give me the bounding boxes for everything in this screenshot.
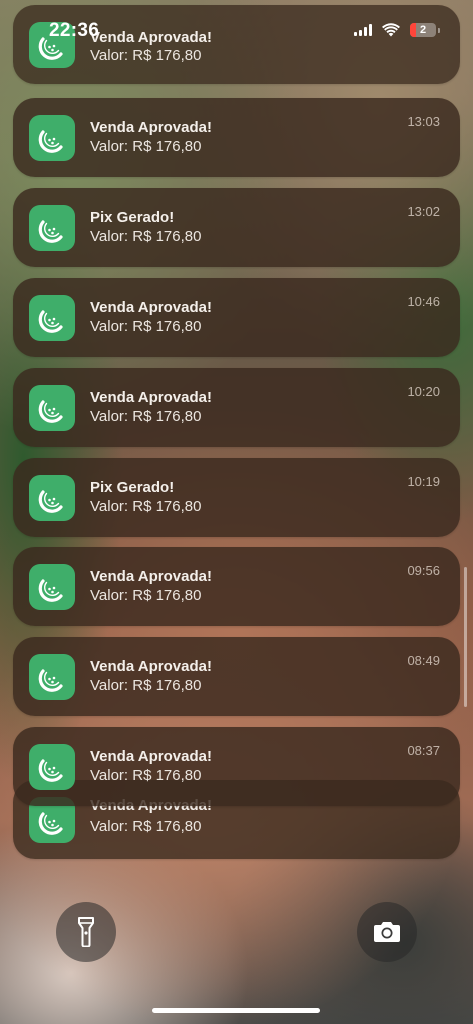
notification-body: Valor: R$ 176,80 bbox=[90, 677, 202, 694]
flashlight-button[interactable] bbox=[56, 902, 116, 962]
watermelon-icon bbox=[38, 669, 63, 692]
app-icon bbox=[29, 475, 75, 521]
app-icon bbox=[29, 385, 75, 431]
notification-card[interactable]: Venda Aprovada! Valor: R$ 176,80 08:49 bbox=[13, 637, 460, 716]
notification-time: 10:46 bbox=[407, 294, 440, 309]
home-indicator[interactable] bbox=[152, 1008, 320, 1013]
flashlight-icon bbox=[78, 917, 94, 947]
app-icon bbox=[29, 654, 75, 700]
camera-button[interactable] bbox=[357, 902, 417, 962]
notification-card[interactable]: Venda Aprovada! Valor: R$ 176,80 10:20 bbox=[13, 368, 460, 447]
notification-body: Valor: R$ 176,80 bbox=[90, 587, 202, 604]
scroll-indicator[interactable] bbox=[464, 567, 467, 707]
battery-level: 2 bbox=[419, 24, 427, 36]
notification-title: Venda Aprovada! bbox=[90, 658, 212, 675]
battery-icon: 2 bbox=[410, 23, 436, 37]
watermelon-icon bbox=[38, 490, 63, 513]
notification-time: 08:37 bbox=[407, 743, 440, 758]
status-icons: 2 bbox=[354, 23, 440, 37]
camera-icon bbox=[374, 922, 400, 942]
notification-time: 10:19 bbox=[407, 474, 440, 489]
notification-card[interactable]: Venda Aprovada! Valor: R$ 176,80 10:46 bbox=[13, 278, 460, 357]
app-icon bbox=[29, 115, 75, 161]
notification-card[interactable]: Venda Aprovada! Valor: R$ 176,80 08:37 bbox=[13, 727, 460, 806]
notification-body: Valor: R$ 176,80 bbox=[90, 498, 202, 515]
notification-title: Pix Gerado! bbox=[90, 479, 175, 496]
watermelon-icon bbox=[38, 812, 63, 835]
notification-time: 10:20 bbox=[407, 384, 440, 399]
notification-card[interactable]: Pix Gerado! Valor: R$ 176,80 13:02 bbox=[13, 188, 460, 267]
notification-title: Venda Aprovada! bbox=[90, 389, 212, 406]
notification-body: Valor: R$ 176,80 bbox=[90, 408, 202, 425]
notification-card[interactable]: Venda Aprovada! Valor: R$ 176,80 09:56 bbox=[13, 547, 460, 626]
notification-title: Venda Aprovada! bbox=[90, 119, 212, 136]
app-icon bbox=[29, 205, 75, 251]
notification-body: Valor: R$ 176,80 bbox=[90, 767, 202, 784]
notification-title: Pix Gerado! bbox=[90, 209, 175, 226]
status-bar: 22:36 2 bbox=[0, 0, 473, 52]
watermelon-icon bbox=[38, 759, 63, 782]
notification-time: 08:49 bbox=[407, 653, 440, 668]
notification-title: Venda Aprovada! bbox=[90, 748, 212, 765]
notification-time: 13:03 bbox=[407, 114, 440, 129]
app-icon bbox=[29, 564, 75, 610]
notification-body: Valor: R$ 176,80 bbox=[90, 318, 202, 335]
notification-card[interactable]: Pix Gerado! Valor: R$ 176,80 10:19 bbox=[13, 458, 460, 537]
app-icon bbox=[29, 744, 75, 790]
watermelon-icon bbox=[38, 310, 63, 333]
notification-body: Valor: R$ 176,80 bbox=[90, 818, 202, 835]
wifi-icon bbox=[382, 23, 400, 37]
notification-body: Valor: R$ 176,80 bbox=[90, 138, 202, 155]
watermelon-icon bbox=[38, 400, 63, 423]
notification-time: 13:02 bbox=[407, 204, 440, 219]
watermelon-icon bbox=[38, 220, 63, 243]
notification-card[interactable]: Venda Aprovada! Valor: R$ 176,80 13:03 bbox=[13, 98, 460, 177]
clock: 22:36 bbox=[49, 20, 100, 41]
notification-time: 09:56 bbox=[407, 563, 440, 578]
notification-body: Valor: R$ 176,80 bbox=[90, 228, 202, 245]
notification-title: Venda Aprovada! bbox=[90, 568, 212, 585]
watermelon-icon bbox=[38, 130, 63, 153]
app-icon bbox=[29, 295, 75, 341]
battery-tip bbox=[438, 27, 440, 33]
watermelon-icon bbox=[38, 579, 63, 602]
cellular-signal-icon bbox=[354, 24, 372, 36]
notification-title: Venda Aprovada! bbox=[90, 299, 212, 316]
